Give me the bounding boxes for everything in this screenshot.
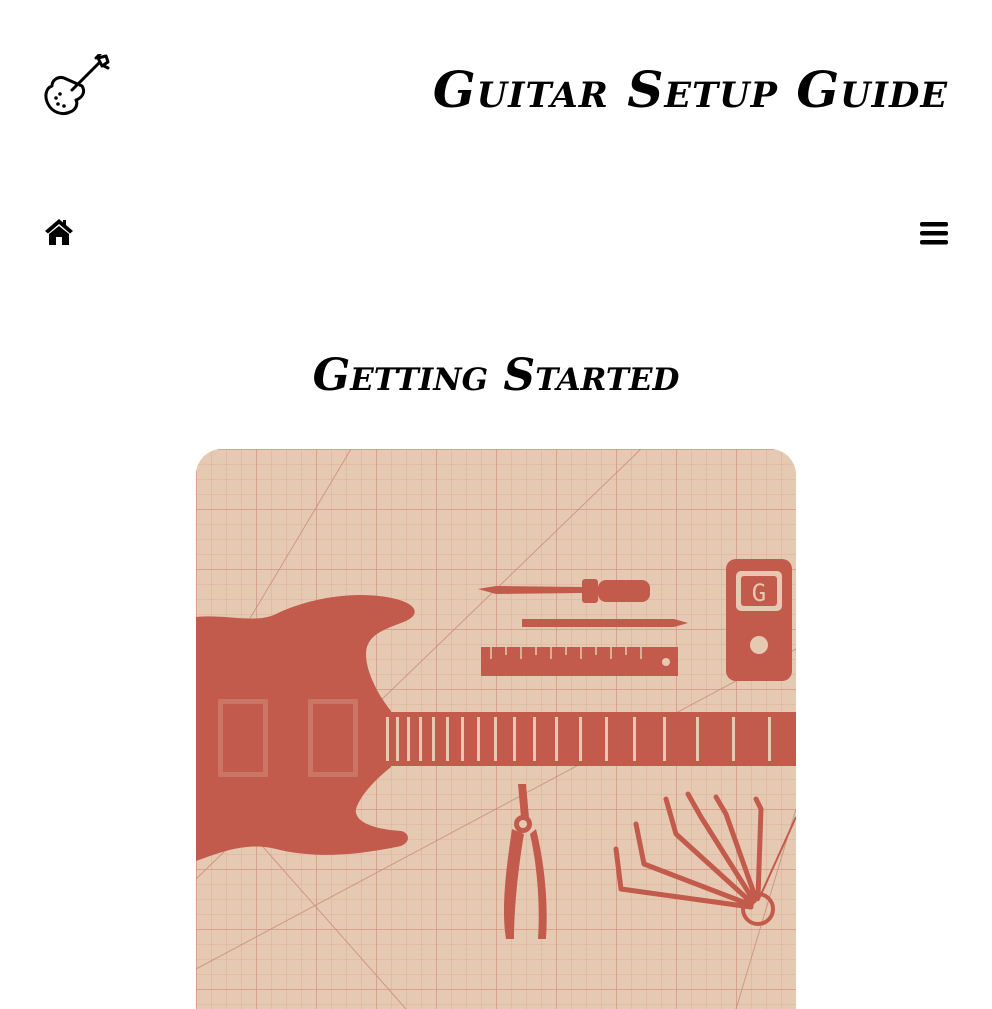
main-navigation bbox=[0, 210, 992, 254]
tuner-display-letter: G bbox=[752, 579, 766, 607]
hero-illustration: G bbox=[196, 449, 796, 1009]
page-heading: Getting Started bbox=[312, 350, 680, 401]
site-title[interactable]: Guitar Setup Guide bbox=[433, 58, 948, 122]
site-header: Guitar Setup Guide bbox=[0, 0, 992, 150]
electric-guitar-icon[interactable] bbox=[42, 52, 110, 118]
home-icon[interactable] bbox=[44, 218, 74, 246]
hamburger-menu-icon[interactable] bbox=[920, 220, 948, 246]
